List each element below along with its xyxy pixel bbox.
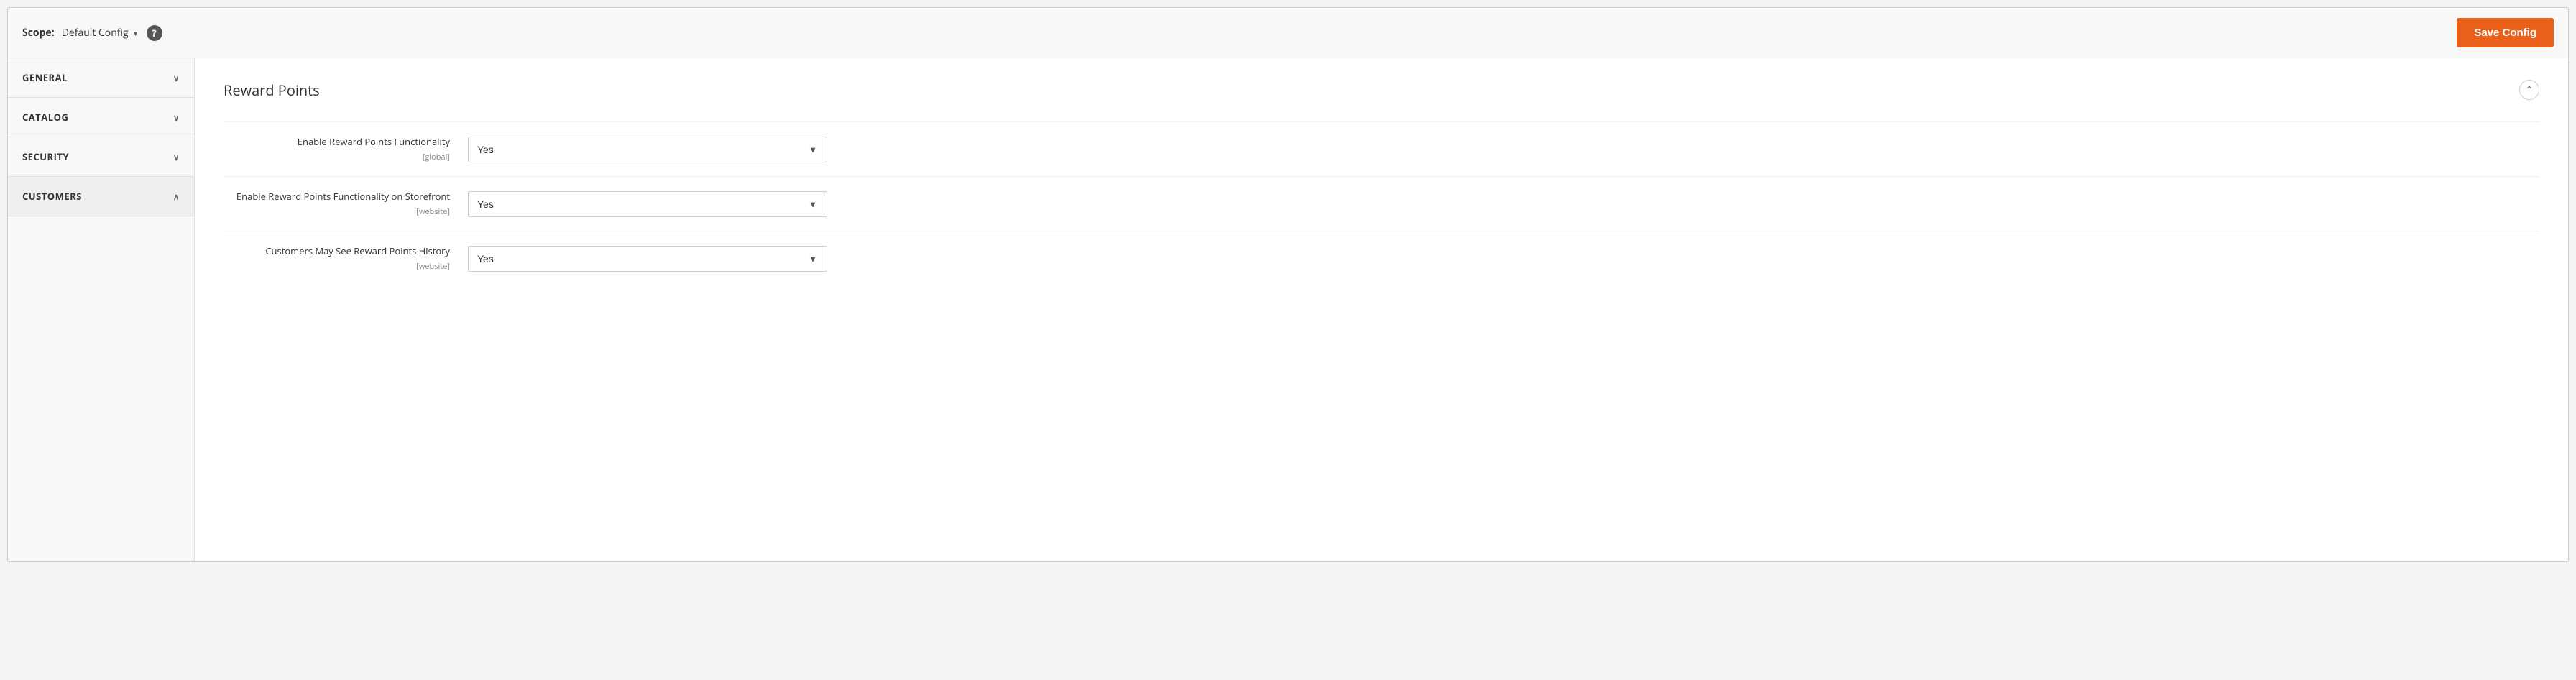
select-wrapper-enable-reward-points: Yes No ▼	[468, 137, 827, 162]
form-label-enable-reward-storefront: Enable Reward Points Functionality on St…	[224, 190, 468, 218]
form-control-enable-reward-storefront: Yes No ▼	[468, 191, 971, 217]
select-enable-reward-storefront[interactable]: Yes No	[468, 191, 827, 217]
page-wrapper: Scope: Default Config ▼ ? Save Config GE…	[7, 7, 2569, 562]
select-wrapper-customers-see-history: Yes No ▼	[468, 246, 827, 272]
form-row-enable-reward-storefront: Enable Reward Points Functionality on St…	[224, 176, 2539, 231]
sidebar-item-security[interactable]: SECURITY ∨	[8, 137, 194, 177]
sidebar: GENERAL ∨ CATALOG ∨ SECURITY ∨ CUSTOMERS…	[8, 58, 195, 561]
content-area: Reward Points ⌃ Enable Reward Points Fun…	[195, 58, 2568, 561]
select-wrapper-enable-reward-storefront: Yes No ▼	[468, 191, 827, 217]
form-row-customers-see-history: Customers May See Reward Points History …	[224, 231, 2539, 285]
sidebar-chevron-general-icon: ∨	[173, 72, 180, 84]
form-row-enable-reward-points: Enable Reward Points Functionality [glob…	[224, 121, 2539, 176]
header-left: Scope: Default Config ▼ ?	[22, 25, 162, 41]
sidebar-chevron-customers-icon: ∧	[173, 190, 180, 203]
section-collapse-button[interactable]: ⌃	[2519, 80, 2539, 100]
form-control-enable-reward-points: Yes No ▼	[468, 137, 971, 162]
header-bar: Scope: Default Config ▼ ? Save Config	[8, 8, 2568, 58]
select-enable-reward-points[interactable]: Yes No	[468, 137, 827, 162]
sidebar-label-security: SECURITY	[22, 150, 69, 163]
save-config-button[interactable]: Save Config	[2457, 18, 2554, 47]
sidebar-label-catalog: CATALOG	[22, 111, 68, 124]
sidebar-item-catalog[interactable]: CATALOG ∨	[8, 98, 194, 137]
select-customers-see-history[interactable]: Yes No	[468, 246, 827, 272]
main-content: GENERAL ∨ CATALOG ∨ SECURITY ∨ CUSTOMERS…	[8, 58, 2568, 561]
sidebar-item-customers[interactable]: CUSTOMERS ∧	[8, 177, 194, 216]
sidebar-label-general: GENERAL	[22, 71, 68, 84]
sidebar-item-general[interactable]: GENERAL ∨	[8, 58, 194, 98]
sidebar-chevron-security-icon: ∨	[173, 151, 180, 163]
section-header: Reward Points ⌃	[224, 80, 2539, 100]
help-icon[interactable]: ?	[147, 25, 162, 41]
form-label-customers-see-history: Customers May See Reward Points History …	[224, 244, 468, 272]
scope-dropdown[interactable]: Default Config ▼	[62, 26, 139, 40]
section-title: Reward Points	[224, 81, 320, 100]
scope-chevron-icon: ▼	[132, 28, 139, 38]
form-control-customers-see-history: Yes No ▼	[468, 246, 971, 272]
sidebar-chevron-catalog-icon: ∨	[173, 111, 180, 124]
collapse-icon: ⌃	[2525, 84, 2534, 96]
scope-label: Scope:	[22, 26, 55, 40]
form-label-enable-reward-points: Enable Reward Points Functionality [glob…	[224, 135, 468, 163]
form-rows: Enable Reward Points Functionality [glob…	[224, 121, 2539, 285]
sidebar-label-customers: CUSTOMERS	[22, 190, 82, 203]
scope-value: Default Config	[62, 26, 129, 40]
